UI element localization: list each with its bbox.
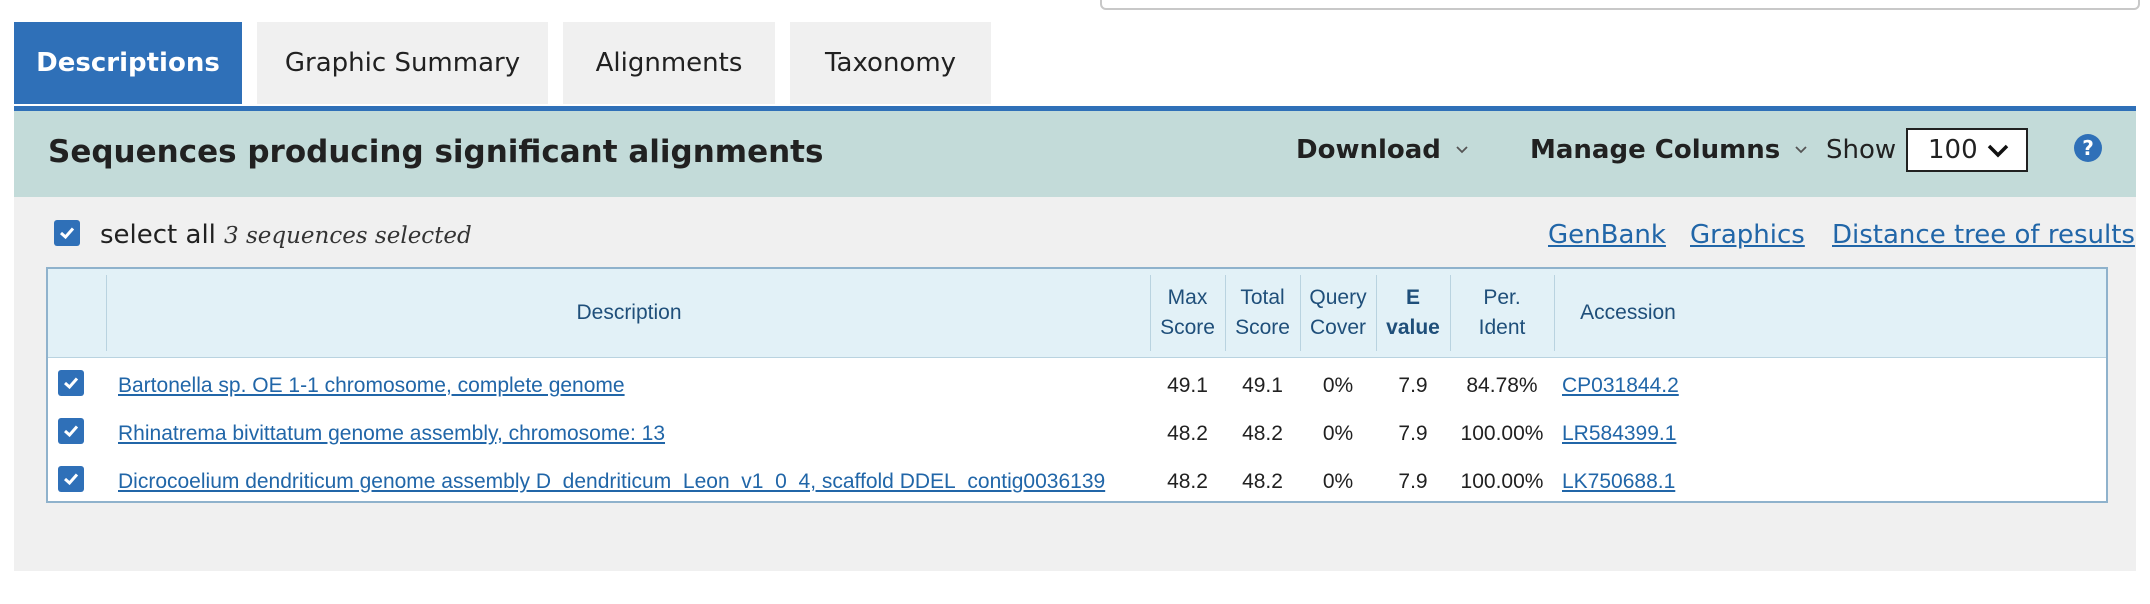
- column-header-total-score[interactable]: Total Score: [1225, 269, 1300, 357]
- total-score: 48.2: [1242, 470, 1283, 493]
- table-header: Description Max Score Total Score Query …: [48, 269, 2106, 358]
- e-value: 7.9: [1398, 374, 1428, 397]
- per-ident: 100.00%: [1460, 470, 1544, 493]
- checkmark-icon: [64, 425, 79, 438]
- select-all-checkbox[interactable]: [54, 220, 80, 246]
- description-link[interactable]: Dicrocoelium dendriticum genome assembly…: [118, 470, 1105, 494]
- total-score: 49.1: [1242, 374, 1283, 397]
- selected-count-text: 3 sequences selected: [224, 223, 472, 249]
- query-cover: 0%: [1322, 422, 1354, 445]
- max-score: 48.2: [1167, 422, 1208, 445]
- descriptions-panel: Sequences producing significant alignmen…: [14, 111, 2136, 571]
- selection-toolbar: select all 3 sequences selected GenBank …: [14, 197, 2136, 267]
- column-header-e-value[interactable]: E value: [1376, 269, 1450, 357]
- checkmark-icon: [64, 377, 79, 390]
- accession-link[interactable]: CP031844.2: [1562, 374, 1679, 398]
- graphics-link[interactable]: Graphics: [1690, 220, 1805, 250]
- chevron-down-icon: [1456, 146, 1468, 154]
- table-row: Bartonella sp. OE 1-1 chromosome, comple…: [48, 362, 2106, 410]
- query-cover: 0%: [1322, 374, 1354, 397]
- column-header-per-ident[interactable]: Per. Ident: [1450, 269, 1554, 357]
- max-score: 48.2: [1167, 470, 1208, 493]
- e-value: 7.9: [1398, 470, 1428, 493]
- show-label: Show: [1826, 135, 1897, 165]
- table-row: Rhinatrema bivittatum genome assembly, c…: [48, 410, 2106, 458]
- table-row: Dicrocoelium dendriticum genome assembly…: [48, 458, 2106, 506]
- help-icon[interactable]: ?: [2074, 134, 2102, 162]
- tab-alignments[interactable]: Alignments: [563, 22, 775, 104]
- genbank-link[interactable]: GenBank: [1548, 220, 1666, 250]
- results-table: Description Max Score Total Score Query …: [46, 267, 2108, 503]
- manage-columns-button[interactable]: Manage Columns: [1530, 135, 1808, 165]
- accession-link[interactable]: LR584399.1: [1562, 422, 1676, 446]
- description-link[interactable]: Bartonella sp. OE 1-1 chromosome, comple…: [118, 374, 625, 398]
- per-ident: 100.00%: [1460, 422, 1544, 445]
- show-count-value: 100: [1928, 135, 1978, 165]
- caret-down-icon: [1987, 144, 2009, 158]
- column-header-accession[interactable]: Accession: [1554, 269, 1702, 357]
- row-checkbox[interactable]: [58, 418, 84, 444]
- row-checkbox[interactable]: [58, 370, 84, 396]
- accession-link[interactable]: LK750688.1: [1562, 470, 1675, 494]
- column-header-max-score[interactable]: Max Score: [1150, 269, 1225, 357]
- checkmark-icon: [60, 227, 75, 240]
- show-count-select[interactable]: 100: [1906, 128, 2028, 172]
- checkmark-icon: [64, 473, 79, 486]
- select-all-label: select all: [100, 220, 216, 250]
- distance-tree-link[interactable]: Distance tree of results: [1832, 220, 2135, 250]
- column-header-description[interactable]: Description: [108, 269, 1150, 357]
- manage-columns-label: Manage Columns: [1530, 135, 1781, 165]
- download-label: Download: [1296, 135, 1441, 165]
- search-box[interactable]: [1100, 0, 2140, 10]
- tab-descriptions[interactable]: Descriptions: [14, 22, 242, 104]
- results-tabs: Descriptions Graphic Summary Alignments …: [14, 22, 991, 104]
- per-ident: 84.78%: [1466, 374, 1538, 397]
- max-score: 49.1: [1167, 374, 1208, 397]
- panel-title: Sequences producing significant alignmen…: [48, 134, 824, 170]
- chevron-down-icon: [1795, 146, 1807, 154]
- download-menu-button[interactable]: Download: [1296, 135, 1469, 165]
- e-value: 7.9: [1398, 422, 1428, 445]
- panel-header: Sequences producing significant alignmen…: [14, 111, 2136, 197]
- tab-graphic-summary[interactable]: Graphic Summary: [257, 22, 548, 104]
- description-link[interactable]: Rhinatrema bivittatum genome assembly, c…: [118, 422, 665, 446]
- tab-taxonomy[interactable]: Taxonomy: [790, 22, 991, 104]
- row-checkbox[interactable]: [58, 466, 84, 492]
- query-cover: 0%: [1322, 470, 1354, 493]
- column-header-query-cover[interactable]: Query Cover: [1300, 269, 1376, 357]
- total-score: 48.2: [1242, 422, 1283, 445]
